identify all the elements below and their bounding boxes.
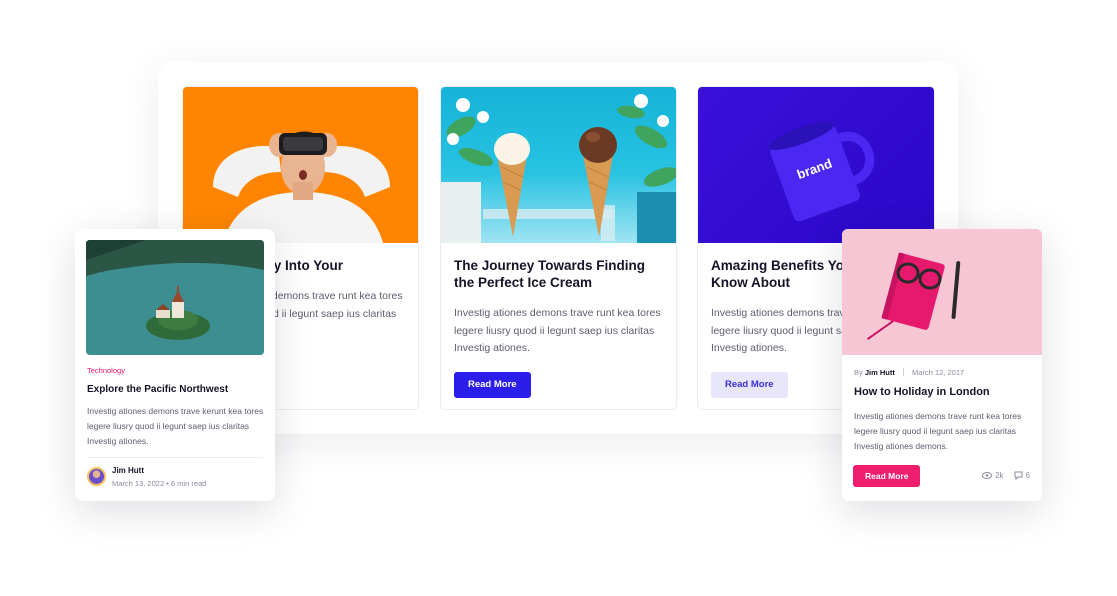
post-date: March 12, 2017 — [912, 368, 965, 377]
pink-notebook-image — [842, 229, 1042, 355]
read-more-button[interactable]: Read More — [711, 371, 788, 398]
author-name[interactable]: Jim Hutt — [112, 466, 144, 475]
comment-icon — [1014, 471, 1023, 480]
blog-card-pacific-northwest[interactable]: Technology Explore the Pacific Northwest… — [75, 229, 275, 501]
card-description: Investig ationes demons trave kerunt kea… — [87, 406, 264, 446]
comments-count: 6 — [1025, 471, 1030, 480]
read-more-button[interactable]: Read More — [853, 465, 921, 487]
by-label: By — [854, 368, 863, 377]
category-label[interactable]: Technology — [87, 366, 125, 375]
avatar[interactable] — [87, 467, 106, 486]
views-count: 2k — [995, 471, 1004, 480]
divider — [87, 457, 263, 458]
vr-image — [183, 87, 418, 243]
read-more-button[interactable]: Read More — [454, 371, 531, 398]
post-meta: By Jim Hutt March 12, 2017 — [854, 368, 964, 377]
post-stats: 2k 6 — [982, 471, 1030, 480]
ice-cream-image — [441, 87, 676, 243]
blog-card-holiday-london[interactable]: By Jim Hutt March 12, 2017 How to Holida… — [842, 229, 1042, 501]
island-lake-image — [86, 240, 264, 355]
card-title[interactable]: The Journey Towards Finding the Perfect … — [454, 257, 663, 291]
eye-icon — [982, 472, 993, 479]
card-title[interactable]: Amazing Benefits You Know About — [711, 257, 861, 291]
card-title[interactable]: Explore the Pacific Northwest — [87, 384, 228, 395]
blog-card-ice-cream[interactable]: The Journey Towards Finding the Perfect … — [440, 86, 677, 410]
meta-separator — [902, 368, 904, 376]
post-meta: March 13, 2022 • 6 min read — [112, 479, 207, 488]
views-stat: 2k — [982, 471, 1004, 480]
comments-stat: 6 — [1014, 471, 1030, 480]
author-name[interactable]: Jim Hutt — [865, 368, 895, 377]
card-title[interactable]: How to Holiday in London — [854, 386, 990, 398]
card-description: Investig ationes demons trave runt kea t… — [454, 307, 661, 354]
card-description: Investig ationes demons trave runt kea t… — [854, 411, 1022, 451]
brand-mug-image: brand — [698, 87, 934, 243]
